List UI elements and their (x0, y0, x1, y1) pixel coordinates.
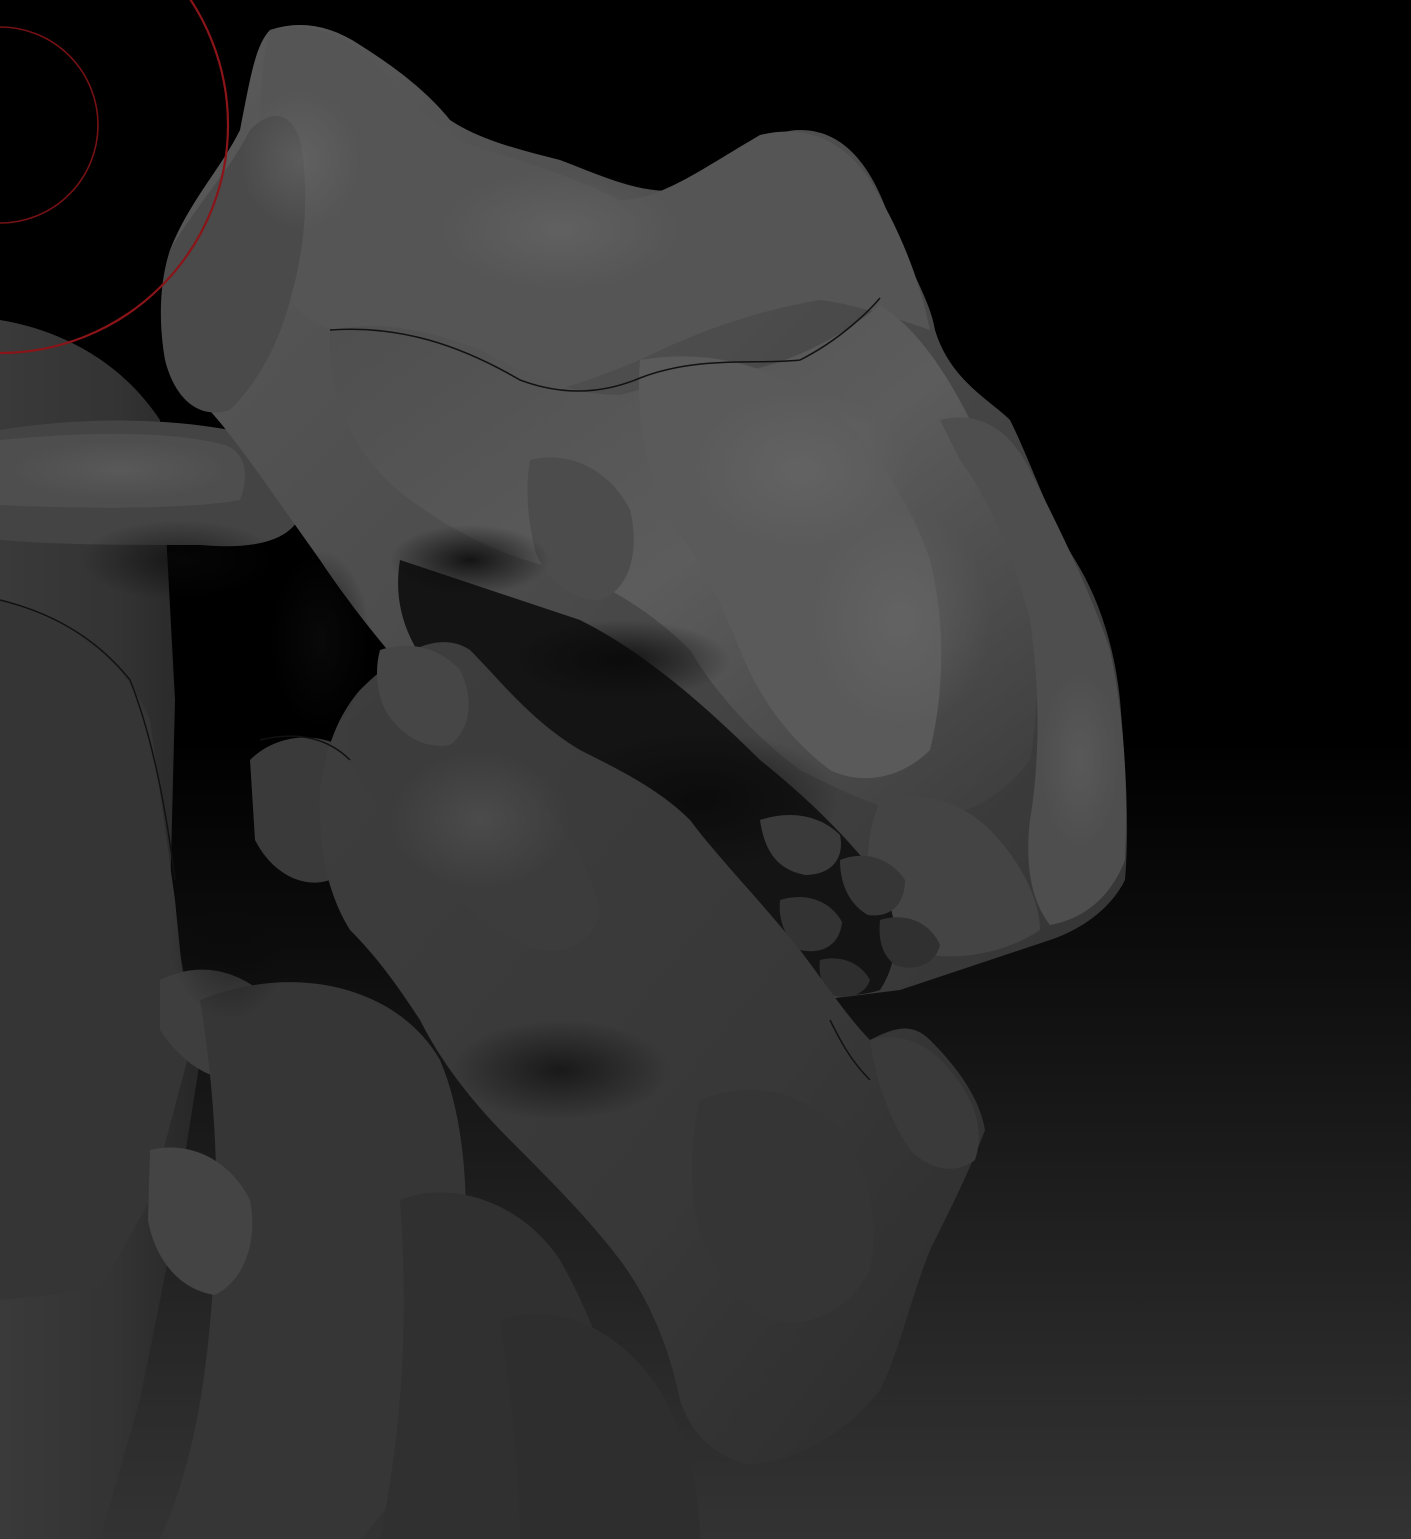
brush-inner-ring (0, 26, 99, 224)
zbrush-viewport[interactable] (0, 0, 1411, 1539)
sculpt-canvas[interactable] (0, 0, 1411, 1539)
